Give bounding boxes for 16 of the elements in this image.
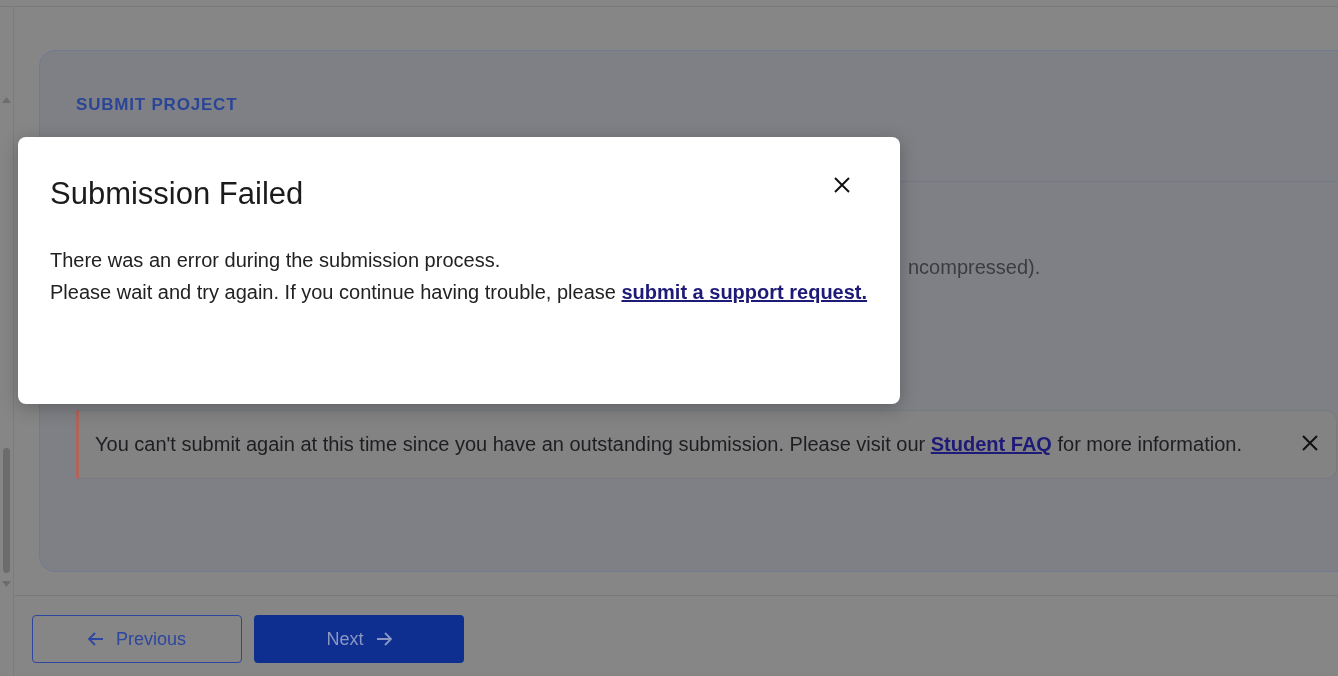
close-button[interactable] — [832, 175, 852, 195]
next-button[interactable]: Next — [254, 615, 464, 663]
scroll-up-arrow-icon[interactable] — [2, 97, 11, 103]
previous-button[interactable]: Previous — [32, 615, 242, 663]
error-message: There was an error during the submission process. — [50, 248, 502, 274]
arrow-left-icon — [88, 632, 104, 646]
dialog-title: Submission Failed — [50, 175, 304, 213]
faq-link[interactable]: Student FAQ — [930, 433, 1052, 455]
scrollbar-thumb[interactable] — [3, 448, 10, 573]
card-title: SUBMIT PROJECT — [76, 94, 239, 116]
help-message: Please wait and try again. If you continue having trouble, please submit a support request. — [50, 280, 868, 306]
support-request-link[interactable]: submit a support request. — [621, 281, 868, 304]
arrow-right-icon — [375, 632, 392, 646]
body-text: ncompressed). — [908, 256, 1041, 278]
alert-message: You can't submit again at this time since you have an outstanding submission. Please visit our Student FAQ for more information. — [95, 432, 1243, 457]
scroll-down-arrow-icon[interactable] — [2, 581, 11, 587]
